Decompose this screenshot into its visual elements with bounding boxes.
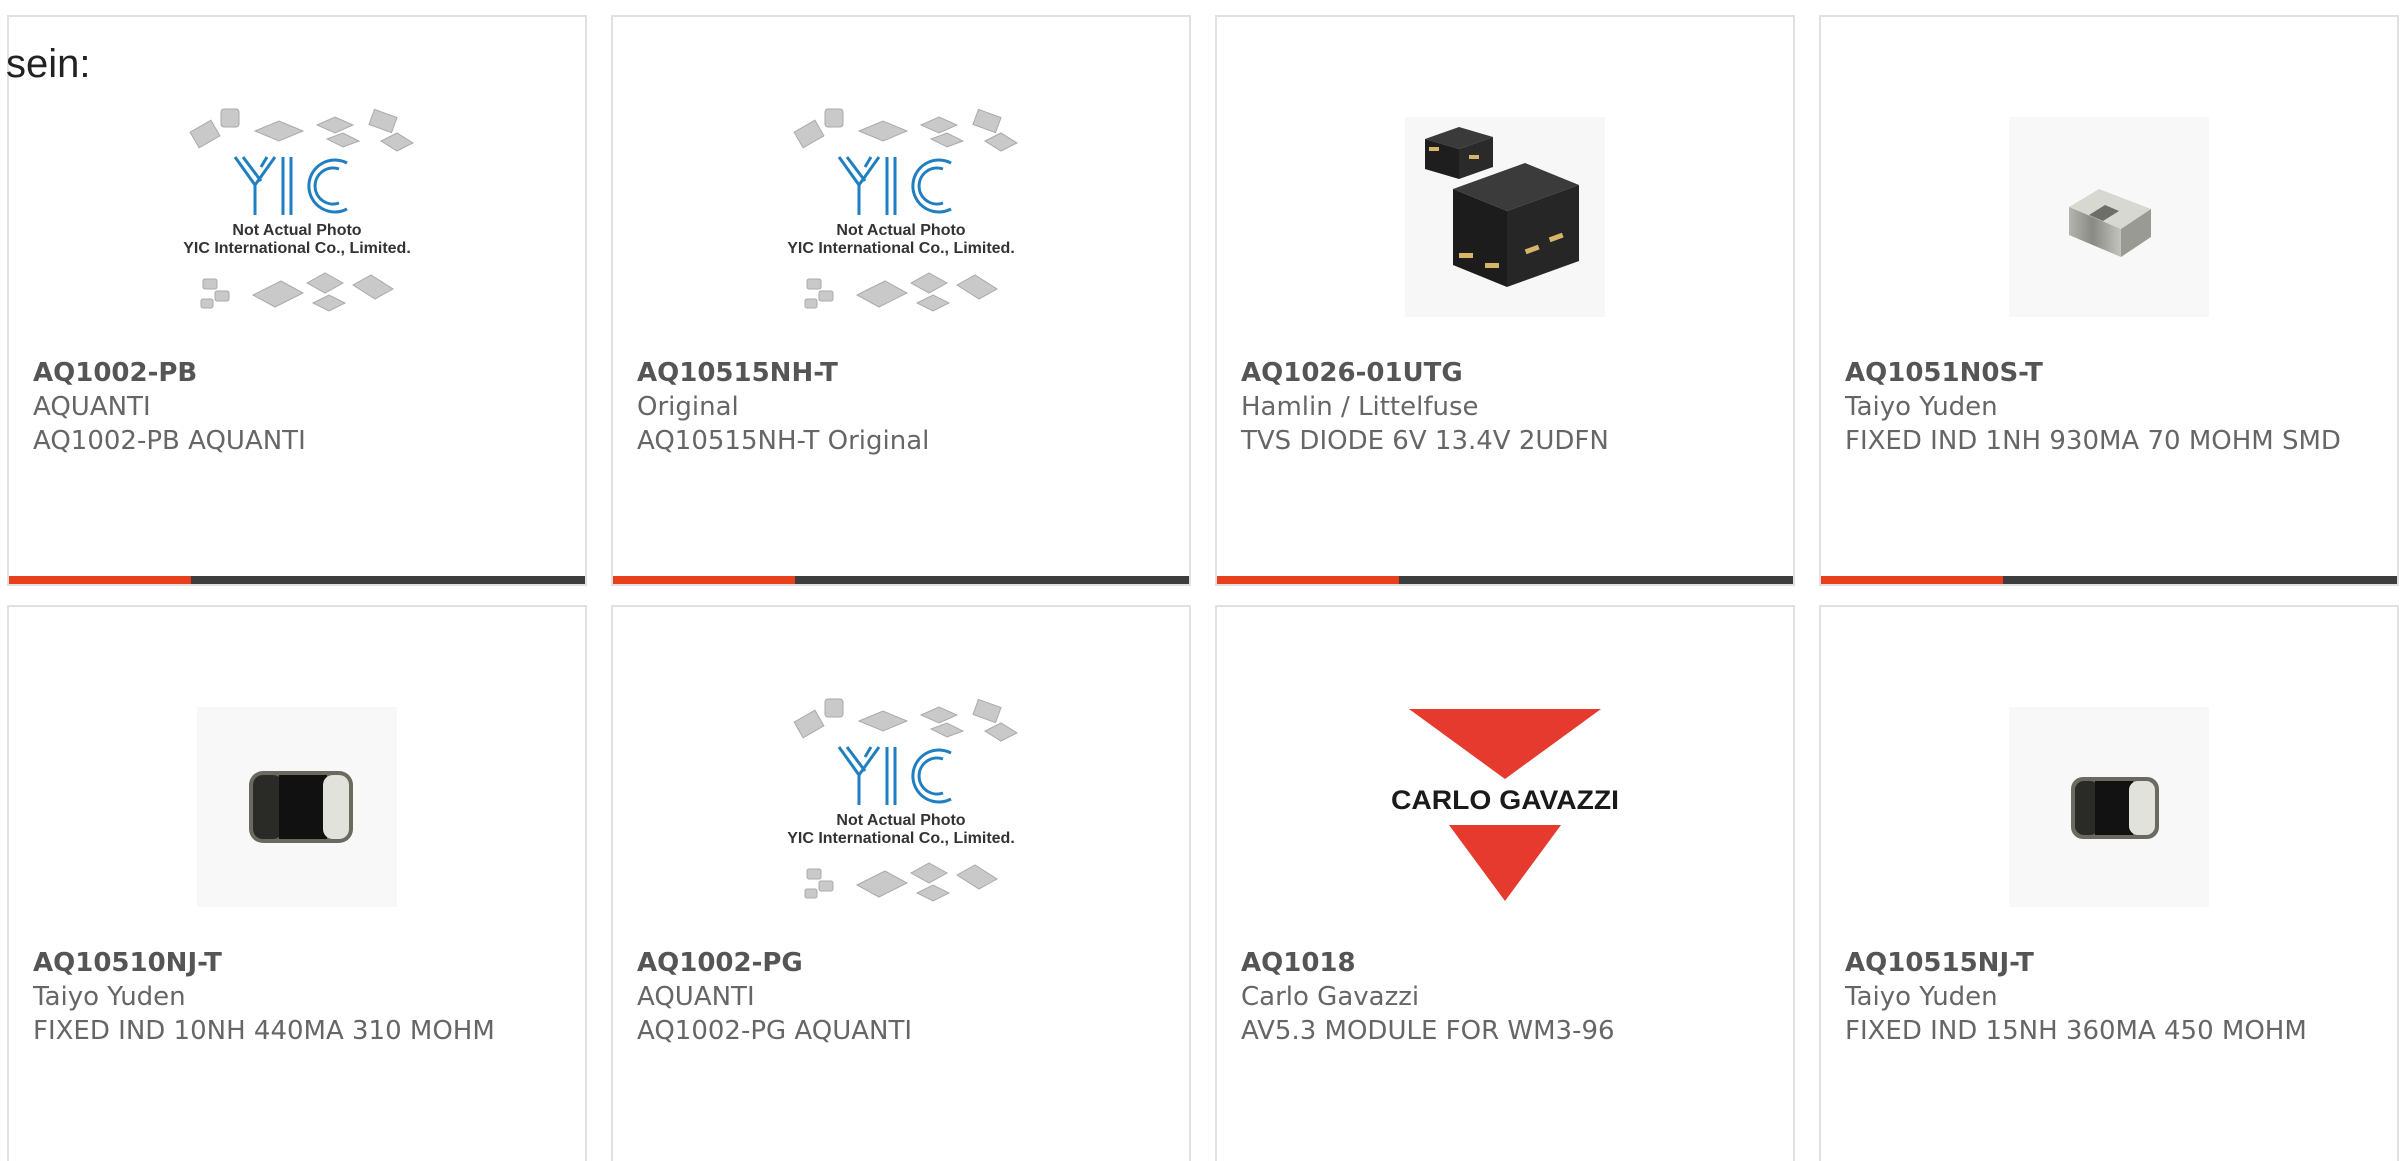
- intro-text: sein:: [6, 42, 91, 86]
- part-number[interactable]: AQ1026-01UTG: [1241, 356, 1769, 390]
- part-number[interactable]: AQ10510NJ-T: [33, 946, 561, 980]
- description: FIXED IND 15NH 360MA 450 MOHM: [1845, 1016, 2307, 1046]
- svg-text:Not Actual Photo: Not Actual Photo: [836, 812, 965, 829]
- svg-text:YIC International Co., Limited: YIC International Co., Limited.: [787, 830, 1015, 847]
- product-info: AQ1051N0S-T Taiyo Yuden FIXED IND 1NH 93…: [1845, 356, 2373, 458]
- manufacturer: Original: [637, 392, 739, 422]
- inductor-chip-icon: [1969, 687, 2249, 927]
- manufacturer: AQUANTI: [637, 982, 755, 1012]
- product-info: AQ1026-01UTG Hamlin / Littelfuse TVS DIO…: [1241, 356, 1769, 458]
- product-info: AQ10510NJ-T Taiyo Yuden FIXED IND 10NH 4…: [33, 946, 561, 1048]
- description: FIXED IND 1NH 930MA 70 MOHM SMD: [1845, 426, 2341, 456]
- card-footer-bar: [1217, 576, 1793, 584]
- product-card[interactable]: AQ10510NJ-T Taiyo Yuden FIXED IND 10NH 4…: [7, 605, 587, 1161]
- card-footer-bar: [613, 576, 1189, 584]
- product-info: AQ10515NH-T Original AQ10515NH-T Origina…: [637, 356, 1165, 458]
- svg-text:Not Actual Photo: Not Actual Photo: [836, 222, 965, 239]
- product-card[interactable]: Not Actual Photo YIC International Co., …: [7, 15, 587, 586]
- svg-text:CARLO GAVAZZI: CARLO GAVAZZI: [1391, 785, 1619, 815]
- diode-package-icon: [1365, 97, 1645, 337]
- product-card[interactable]: AQ1051N0S-T Taiyo Yuden FIXED IND 1NH 93…: [1819, 15, 2399, 586]
- description: FIXED IND 10NH 440MA 310 MOHM: [33, 1016, 495, 1046]
- card-footer-bar: [9, 576, 585, 584]
- svg-text:YIC International Co., Limited: YIC International Co., Limited.: [787, 240, 1015, 257]
- placeholder-icon: Not Actual Photo YIC International Co., …: [761, 97, 1041, 337]
- carlo-gavazzi-logo: CARLO GAVAZZI: [1365, 687, 1645, 927]
- product-info: AQ1002-PG AQUANTI AQ1002-PG AQUANTI: [637, 946, 1165, 1048]
- description: AQ1002-PB AQUANTI: [33, 426, 306, 456]
- card-accent: [1217, 576, 1399, 584]
- card-accent: [1821, 576, 2003, 584]
- part-number[interactable]: AQ1051N0S-T: [1845, 356, 2373, 390]
- inductor-chip-icon: [157, 687, 437, 927]
- part-number[interactable]: AQ10515NH-T: [637, 356, 1165, 390]
- product-info: AQ1018 Carlo Gavazzi AV5.3 MODULE FOR WM…: [1241, 946, 1769, 1048]
- product-grid: Not Actual Photo YIC International Co., …: [7, 15, 2399, 1161]
- product-card[interactable]: AQ1026-01UTG Hamlin / Littelfuse TVS DIO…: [1215, 15, 1795, 586]
- card-accent: [613, 576, 795, 584]
- product-card[interactable]: AQ10515NJ-T Taiyo Yuden FIXED IND 15NH 3…: [1819, 605, 2399, 1161]
- product-card[interactable]: CARLO GAVAZZI AQ1018 Carlo Gavazzi AV5.3…: [1215, 605, 1795, 1161]
- part-number[interactable]: AQ1002-PG: [637, 946, 1165, 980]
- placeholder-icon: Not Actual Photo YIC International Co., …: [157, 97, 437, 337]
- card-accent: [9, 576, 191, 584]
- part-number[interactable]: AQ1002-PB: [33, 356, 561, 390]
- manufacturer: AQUANTI: [33, 392, 151, 422]
- manufacturer: Carlo Gavazzi: [1241, 982, 1420, 1012]
- manufacturer: Hamlin / Littelfuse: [1241, 392, 1479, 422]
- product-info: AQ10515NJ-T Taiyo Yuden FIXED IND 15NH 3…: [1845, 946, 2373, 1048]
- part-number[interactable]: AQ10515NJ-T: [1845, 946, 2373, 980]
- card-footer-bar: [1821, 576, 2397, 584]
- svg-text:Not Actual Photo: Not Actual Photo: [232, 222, 361, 239]
- description: AQ10515NH-T Original: [637, 426, 930, 456]
- product-card[interactable]: Not Actual Photo YIC International Co., …: [611, 15, 1191, 586]
- manufacturer: Taiyo Yuden: [33, 982, 186, 1012]
- product-card[interactable]: Not Actual Photo YIC International Co., …: [611, 605, 1191, 1161]
- inductor-chip-icon: [1969, 97, 2249, 337]
- svg-text:YIC International Co., Limited: YIC International Co., Limited.: [183, 240, 411, 257]
- part-number[interactable]: AQ1018: [1241, 946, 1769, 980]
- manufacturer: Taiyo Yuden: [1845, 392, 1998, 422]
- product-listing: sein: Not Actual Photo YIC International…: [0, 0, 2400, 1161]
- description: AV5.3 MODULE FOR WM3-96: [1241, 1016, 1615, 1046]
- manufacturer: Taiyo Yuden: [1845, 982, 1998, 1012]
- product-info: AQ1002-PB AQUANTI AQ1002-PB AQUANTI: [33, 356, 561, 458]
- description: TVS DIODE 6V 13.4V 2UDFN: [1241, 426, 1609, 456]
- description: AQ1002-PG AQUANTI: [637, 1016, 913, 1046]
- placeholder-icon: Not Actual Photo YIC International Co., …: [761, 687, 1041, 927]
